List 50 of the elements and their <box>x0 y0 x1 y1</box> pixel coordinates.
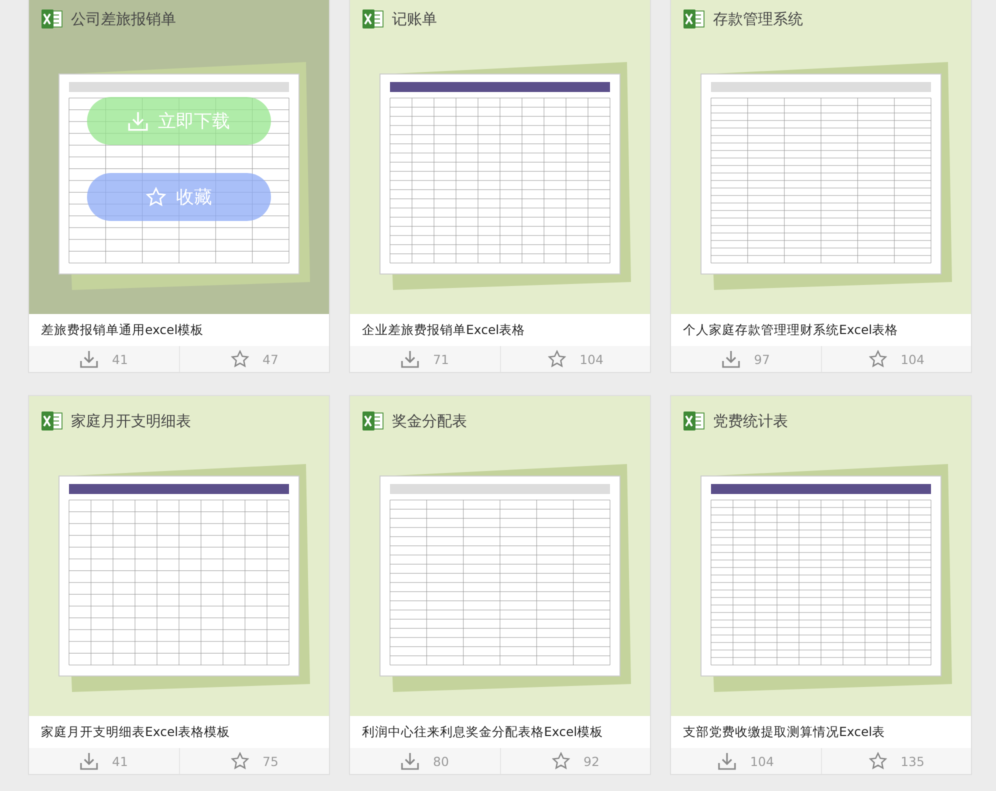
star-icon <box>230 752 249 770</box>
spreadsheet-file-icon <box>683 9 705 29</box>
star-icon <box>552 752 570 770</box>
spreadsheet-file-icon <box>683 411 705 431</box>
star-icon <box>548 350 566 368</box>
spreadsheet-file-icon <box>41 9 63 29</box>
template-card[interactable]: 家庭月开支明细表 家庭月开支明细表Excel表格模板 41 75 <box>28 395 330 775</box>
card-heading: 存款管理系统 <box>713 10 803 28</box>
download-icon <box>401 350 420 368</box>
download-count: 97 <box>754 352 770 366</box>
download-count: 71 <box>433 352 449 366</box>
spreadsheet-file-icon <box>41 411 63 431</box>
download-icon <box>80 752 98 770</box>
template-card[interactable]: 存款管理系统 个人家庭存款管理理财系统Excel表格 97 104 <box>670 0 972 373</box>
star-icon <box>146 187 166 207</box>
card-title[interactable]: 个人家庭存款管理理财系统Excel表格 <box>671 314 971 346</box>
template-card[interactable]: 党费统计表 支部党费收缴提取测算情况Excel表 104 135 <box>670 395 972 775</box>
star-icon <box>230 350 249 368</box>
star-icon <box>868 350 887 368</box>
download-icon <box>80 350 98 368</box>
download-count: 41 <box>112 754 128 768</box>
download-icon <box>722 350 740 368</box>
favorite-count: 75 <box>262 754 278 768</box>
favorite-count: 104 <box>580 352 604 366</box>
card-heading: 公司差旅报销单 <box>71 10 176 28</box>
download-count: 80 <box>433 754 449 768</box>
card-title[interactable]: 家庭月开支明细表Excel表格模板 <box>29 716 329 748</box>
favorite-count: 135 <box>900 754 924 768</box>
download-count: 104 <box>750 754 774 768</box>
card-heading: 记账单 <box>392 10 437 28</box>
template-card[interactable]: 公司差旅报销单 立即下载 收藏 差旅费报销单通用excel模板 41 47 <box>28 0 330 373</box>
download-icon <box>128 111 148 131</box>
template-card[interactable]: 记账单 企业差旅费报销单Excel表格 71 104 <box>349 0 651 373</box>
star-icon <box>868 752 887 770</box>
download-icon <box>401 752 420 770</box>
card-title[interactable]: 企业差旅费报销单Excel表格 <box>350 314 650 346</box>
spreadsheet-file-icon <box>362 9 384 29</box>
spreadsheet-file-icon <box>362 411 384 431</box>
card-heading: 党费统计表 <box>713 412 788 430</box>
favorite-count: 47 <box>262 352 278 366</box>
template-card[interactable]: 奖金分配表 利润中心往来利息奖金分配表格Excel模板 80 92 <box>349 395 651 775</box>
favorite-count: 92 <box>584 754 600 768</box>
download-icon <box>718 752 736 770</box>
card-title[interactable]: 支部党费收缴提取测算情况Excel表 <box>671 716 971 748</box>
card-heading: 家庭月开支明细表 <box>71 412 191 430</box>
favorite-count: 104 <box>900 352 924 366</box>
card-heading: 奖金分配表 <box>392 412 467 430</box>
card-title[interactable]: 差旅费报销单通用excel模板 <box>29 314 329 346</box>
card-title[interactable]: 利润中心往来利息奖金分配表格Excel模板 <box>350 716 650 748</box>
download-count: 41 <box>112 352 128 366</box>
